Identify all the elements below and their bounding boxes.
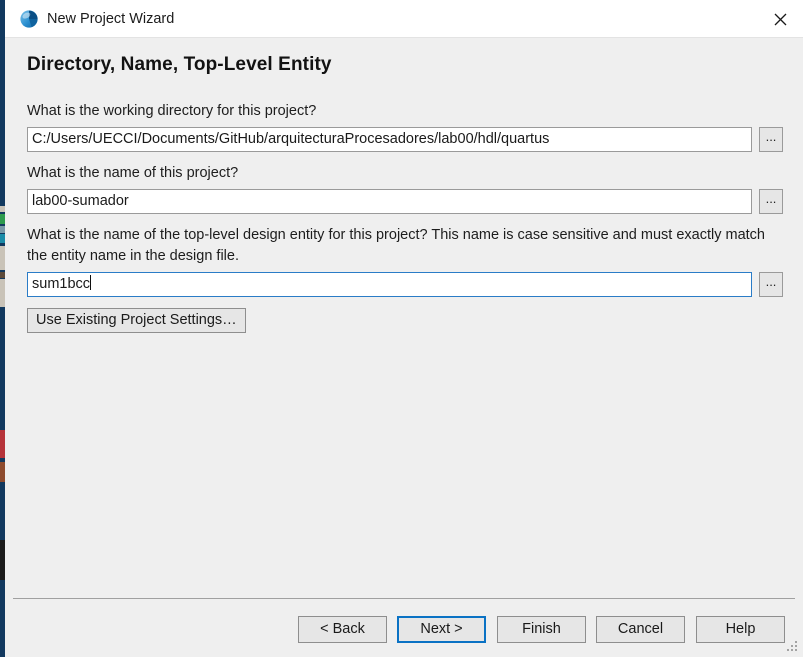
resize-grip[interactable] [787,641,799,653]
top-level-entity-browse-button[interactable]: ... [759,272,783,297]
close-icon [774,13,786,25]
close-window-button[interactable] [757,0,803,38]
help-button[interactable]: Help [696,616,785,643]
finish-button-label: Finish [522,621,561,637]
footer-divider [13,598,795,599]
window-title: New Project Wizard [47,11,175,27]
page-title: Directory, Name, Top-Level Entity [27,54,332,75]
project-name-browse-button[interactable]: ... [759,189,783,214]
working-directory-label: What is the working directory for this p… [27,103,317,119]
working-directory-value: C:/Users/UECCI/Documents/GitHub/arquitec… [32,131,550,147]
working-directory-input[interactable]: C:/Users/UECCI/Documents/GitHub/arquitec… [27,127,752,152]
help-button-label: Help [725,621,756,637]
project-name-input[interactable]: lab00-sumador [27,189,752,214]
back-button[interactable]: < Back [298,616,387,643]
top-level-entity-label: What is the name of the top-level design… [27,227,765,264]
title-bar: New Project Wizard [5,0,803,38]
project-name-value: lab00-sumador [32,193,129,209]
use-existing-project-settings-label: Use Existing Project Settings… [36,312,237,328]
new-project-wizard-dialog: New Project Wizard Directory, Name, Top-… [5,0,803,657]
working-directory-browse-button[interactable]: ... [759,127,783,152]
next-button[interactable]: Next > [397,616,486,643]
next-button-label: Next > [420,621,463,637]
project-name-label: What is the name of this project? [27,165,239,181]
ellipsis-icon: ... [765,191,777,206]
ellipsis-icon: ... [765,274,777,289]
quartus-globe-icon [19,9,39,29]
top-level-entity-value: sum1bcc [32,276,91,292]
finish-button[interactable]: Finish [497,616,586,643]
cancel-button[interactable]: Cancel [596,616,685,643]
top-level-entity-input[interactable]: sum1bcc [27,272,752,297]
dialog-body: Directory, Name, Top-Level Entity What i… [5,38,803,657]
back-button-label: < Back [320,621,365,637]
ellipsis-icon: ... [765,129,777,144]
use-existing-project-settings-button[interactable]: Use Existing Project Settings… [27,308,246,333]
text-caret [90,275,92,290]
cancel-button-label: Cancel [617,621,664,637]
